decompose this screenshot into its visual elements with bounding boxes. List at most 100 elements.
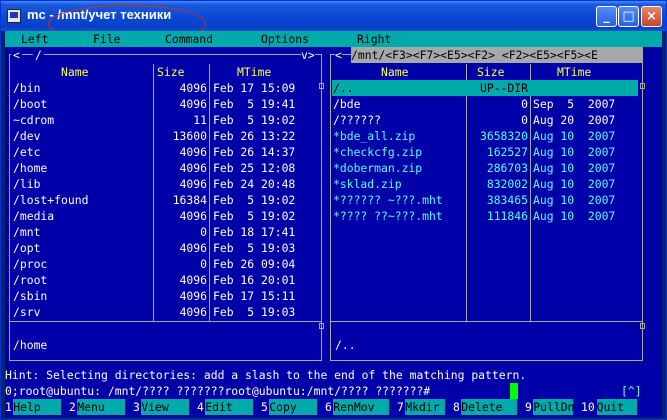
file-size: 4096 [179, 177, 207, 191]
right-panel-path: /mnt/<F3><F7><E5><F2> <F2><E5><F5><E [351, 47, 643, 63]
right-col-mtime[interactable]: MTime [557, 64, 591, 80]
left-col-mtime[interactable]: MTime [237, 64, 271, 80]
file-name: /media [13, 209, 55, 223]
function-key-number: 1 [5, 400, 12, 414]
file-size: 0 [200, 257, 207, 271]
file-mtime: Aug 10 2007 [533, 161, 616, 175]
left-col-name[interactable]: Name [61, 64, 88, 80]
file-mtime: Aug 10 2007 [533, 145, 616, 159]
prompt-marker: [^] [621, 383, 642, 399]
function-key-number: 5 [261, 400, 268, 414]
file-size: 0 [200, 225, 207, 239]
maximize-button[interactable]: □ [618, 6, 639, 27]
function-key-label: RenMov [333, 400, 375, 414]
left-col-divider-1 [153, 64, 154, 321]
left-panel-status: /home [13, 338, 48, 352]
file-name: *sklad.zip [333, 177, 402, 191]
file-size: 0 [521, 97, 528, 111]
file-mtime: Feb 18 17:41 [213, 225, 296, 239]
file-name: *???? ??~???.mht [333, 209, 443, 223]
menu-bar: Left File Command Options Right [5, 31, 662, 47]
file-name: ~cdrom [13, 113, 55, 127]
close-button[interactable]: × [641, 6, 662, 27]
menu-right[interactable]: Right [357, 31, 391, 47]
right-scroll-up-marker[interactable] [640, 83, 645, 89]
left-scroll-down-marker[interactable] [319, 323, 324, 329]
file-size: 832002 [486, 177, 528, 191]
file-name: /lost+found [13, 193, 89, 207]
left-corner-right[interactable]: v> [301, 47, 315, 63]
menu-file[interactable]: File [93, 31, 120, 47]
file-mtime: Aug 20 2007 [533, 113, 616, 127]
left-panel-path: / [33, 47, 44, 63]
file-name: /home [13, 161, 48, 175]
file-name: /lib [13, 177, 41, 191]
right-col-name[interactable]: Name [381, 64, 408, 80]
function-key-label: Delete [461, 400, 503, 414]
file-mtime: Feb 5 19:03 [213, 305, 296, 319]
file-name: /?????? [333, 113, 382, 127]
right-corner-left: < [335, 47, 342, 63]
file-size: 13600 [172, 129, 207, 143]
file-name: *?????? ~???.mht [333, 193, 443, 207]
function-key-label: Menu [77, 400, 105, 414]
file-size: 11 [193, 113, 207, 127]
menu-command[interactable]: Command [165, 31, 213, 47]
function-key-number: 7 [397, 400, 404, 414]
app-window: mc - /mnt/учет техники _ □ × Left File C… [0, 0, 667, 420]
file-size: 4096 [179, 81, 207, 95]
file-name: /etc [13, 145, 41, 159]
file-mtime: Aug 10 2007 [533, 209, 616, 223]
file-mtime: Aug 10 2007 [533, 193, 616, 207]
left-scroll-up-marker[interactable] [319, 83, 324, 89]
file-size: 4096 [179, 145, 207, 159]
function-key-label: Quit [596, 400, 625, 414]
function-key-label: View [141, 400, 169, 414]
file-name: /bin [13, 81, 41, 95]
file-mtime: Feb 17 15:11 [213, 289, 296, 303]
terminal-area[interactable]: Left File Command Options Right < / v> N… [5, 31, 662, 417]
right-scroll-down-marker[interactable] [640, 323, 645, 329]
file-size: UP--DIR [479, 81, 528, 95]
file-size: 3658320 [479, 129, 528, 143]
function-key-label: Help [13, 400, 41, 414]
file-mtime: Feb 5 19:03 [213, 241, 296, 255]
file-size: 4096 [179, 209, 207, 223]
function-key-label: PullDn [533, 400, 575, 414]
right-col-size[interactable]: Size [477, 64, 504, 80]
file-mtime: Sep 5 2007 [533, 97, 616, 111]
function-key-label: Copy [269, 400, 297, 414]
file-mtime: Feb 25 12:08 [213, 161, 296, 175]
file-mtime: Feb 5 19:02 [213, 193, 296, 207]
file-name: /srv [13, 305, 41, 319]
menu-options[interactable]: Options [261, 31, 309, 47]
file-name: /.. [333, 81, 354, 95]
file-size: 16384 [172, 193, 207, 207]
file-mtime: Feb 16 20:01 [213, 273, 296, 287]
file-mtime: Aug 10 2007 [533, 177, 616, 191]
file-name: *bde_all.zip [333, 129, 416, 143]
function-key-number: 6 [325, 400, 332, 414]
terminal-app-icon [7, 9, 21, 23]
left-col-size[interactable]: Size [157, 64, 184, 80]
function-key-number: 3 [133, 400, 140, 414]
function-key-label: Edit [205, 400, 233, 414]
menu-left[interactable]: Left [21, 31, 48, 47]
right-col-divider-1 [466, 64, 467, 321]
file-name: *doberman.zip [333, 161, 423, 175]
file-size: 4096 [179, 161, 207, 175]
file-name: *checkcfg.zip [333, 145, 423, 159]
file-mtime: Feb 26 09:04 [213, 257, 296, 271]
file-name: /root [13, 273, 48, 287]
function-key-number: 9 [525, 400, 532, 414]
file-size: 4096 [179, 289, 207, 303]
left-col-divider-2 [209, 64, 210, 321]
text-cursor [510, 383, 518, 399]
function-key-number: 8 [453, 400, 460, 414]
file-name: /proc [13, 257, 48, 271]
file-name: /opt [13, 241, 41, 255]
minimize-button[interactable]: _ [596, 6, 617, 27]
command-line[interactable]: 0;root@ubuntu: /mnt/???? ???????root@ubu… [5, 383, 430, 399]
file-mtime: Feb 24 20:48 [213, 177, 296, 191]
title-bar[interactable]: mc - /mnt/учет техники _ □ × [1, 1, 666, 43]
